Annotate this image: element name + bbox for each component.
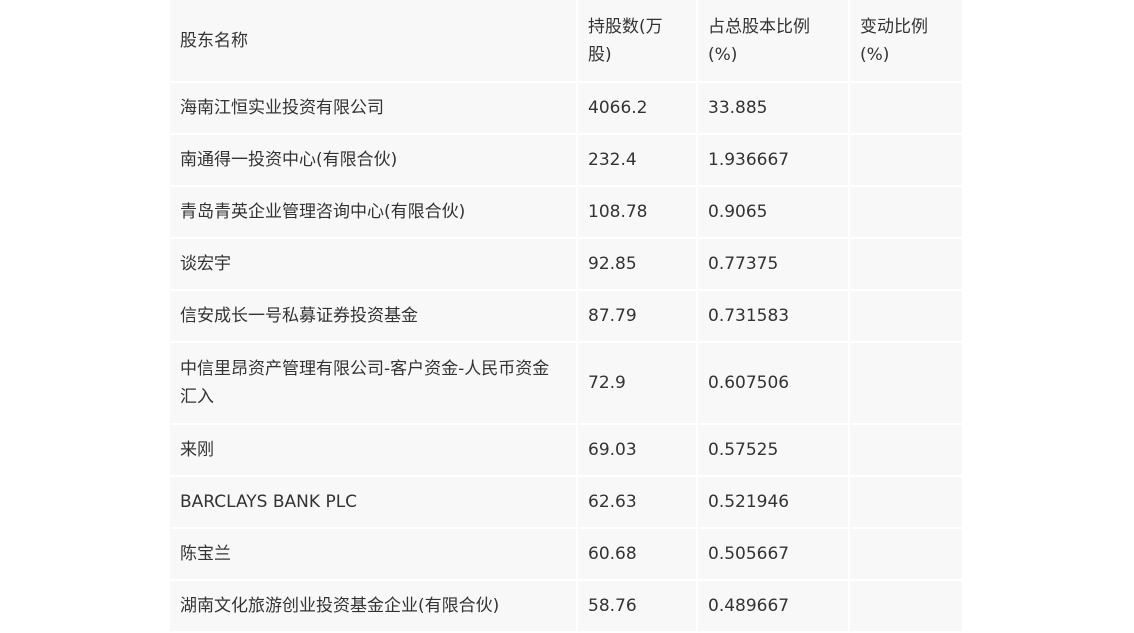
header-ratio: 占总股本比例(%) [697, 0, 850, 83]
table-row: 海南江恒实业投资有限公司 4066.2 33.885 [170, 82, 964, 135]
table-row: 中信里昂资产管理有限公司-客户资金-人民币资金汇入 72.9 0.607506 [170, 342, 964, 425]
cell-change [849, 342, 964, 425]
cell-ratio: 0.489667 [697, 580, 850, 633]
cell-name: 青岛青英企业管理咨询中心(有限合伙) [170, 186, 578, 239]
cell-change [849, 186, 964, 239]
cell-shares: 87.79 [577, 290, 698, 343]
header-shareholder-name: 股东名称 [170, 0, 578, 83]
cell-shares: 69.03 [577, 424, 698, 477]
cell-ratio: 0.9065 [697, 186, 850, 239]
cell-name: 海南江恒实业投资有限公司 [170, 82, 578, 135]
cell-name: 信安成长一号私募证券投资基金 [170, 290, 578, 343]
table-row: 陈宝兰 60.68 0.505667 [170, 528, 964, 581]
cell-shares: 232.4 [577, 134, 698, 187]
cell-shares: 92.85 [577, 238, 698, 291]
cell-change [849, 580, 964, 633]
table-row: 湖南文化旅游创业投资基金企业(有限合伙) 58.76 0.489667 [170, 580, 964, 633]
cell-ratio: 0.505667 [697, 528, 850, 581]
shareholder-table: 股东名称 持股数(万股) 占总股本比例(%) 变动比例(%) 海南江恒实业投资有… [170, 0, 964, 633]
table-row: 信安成长一号私募证券投资基金 87.79 0.731583 [170, 290, 964, 343]
shareholder-table-container: 股东名称 持股数(万股) 占总股本比例(%) 变动比例(%) 海南江恒实业投资有… [170, 0, 964, 633]
cell-name: 来刚 [170, 424, 578, 477]
cell-shares: 58.76 [577, 580, 698, 633]
table-row: BARCLAYS BANK PLC 62.63 0.521946 [170, 476, 964, 529]
table-row: 谈宏宇 92.85 0.77375 [170, 238, 964, 291]
cell-shares: 62.63 [577, 476, 698, 529]
cell-name: BARCLAYS BANK PLC [170, 476, 578, 529]
cell-change [849, 424, 964, 477]
table-row: 南通得一投资中心(有限合伙) 232.4 1.936667 [170, 134, 964, 187]
cell-change [849, 290, 964, 343]
cell-shares: 4066.2 [577, 82, 698, 135]
cell-ratio: 0.521946 [697, 476, 850, 529]
header-shares: 持股数(万股) [577, 0, 698, 83]
cell-ratio: 0.731583 [697, 290, 850, 343]
cell-shares: 108.78 [577, 186, 698, 239]
cell-ratio: 0.77375 [697, 238, 850, 291]
cell-ratio: 0.607506 [697, 342, 850, 425]
header-change: 变动比例(%) [849, 0, 964, 83]
cell-change [849, 528, 964, 581]
cell-name: 湖南文化旅游创业投资基金企业(有限合伙) [170, 580, 578, 633]
cell-change [849, 238, 964, 291]
cell-change [849, 82, 964, 135]
cell-name: 中信里昂资产管理有限公司-客户资金-人民币资金汇入 [170, 342, 578, 425]
table-header-row: 股东名称 持股数(万股) 占总股本比例(%) 变动比例(%) [170, 0, 964, 83]
cell-name: 陈宝兰 [170, 528, 578, 581]
cell-ratio: 33.885 [697, 82, 850, 135]
cell-name: 南通得一投资中心(有限合伙) [170, 134, 578, 187]
cell-ratio: 0.57525 [697, 424, 850, 477]
table-row: 来刚 69.03 0.57525 [170, 424, 964, 477]
cell-change [849, 134, 964, 187]
cell-name: 谈宏宇 [170, 238, 578, 291]
cell-ratio: 1.936667 [697, 134, 850, 187]
cell-shares: 60.68 [577, 528, 698, 581]
cell-shares: 72.9 [577, 342, 698, 425]
table-row: 青岛青英企业管理咨询中心(有限合伙) 108.78 0.9065 [170, 186, 964, 239]
cell-change [849, 476, 964, 529]
